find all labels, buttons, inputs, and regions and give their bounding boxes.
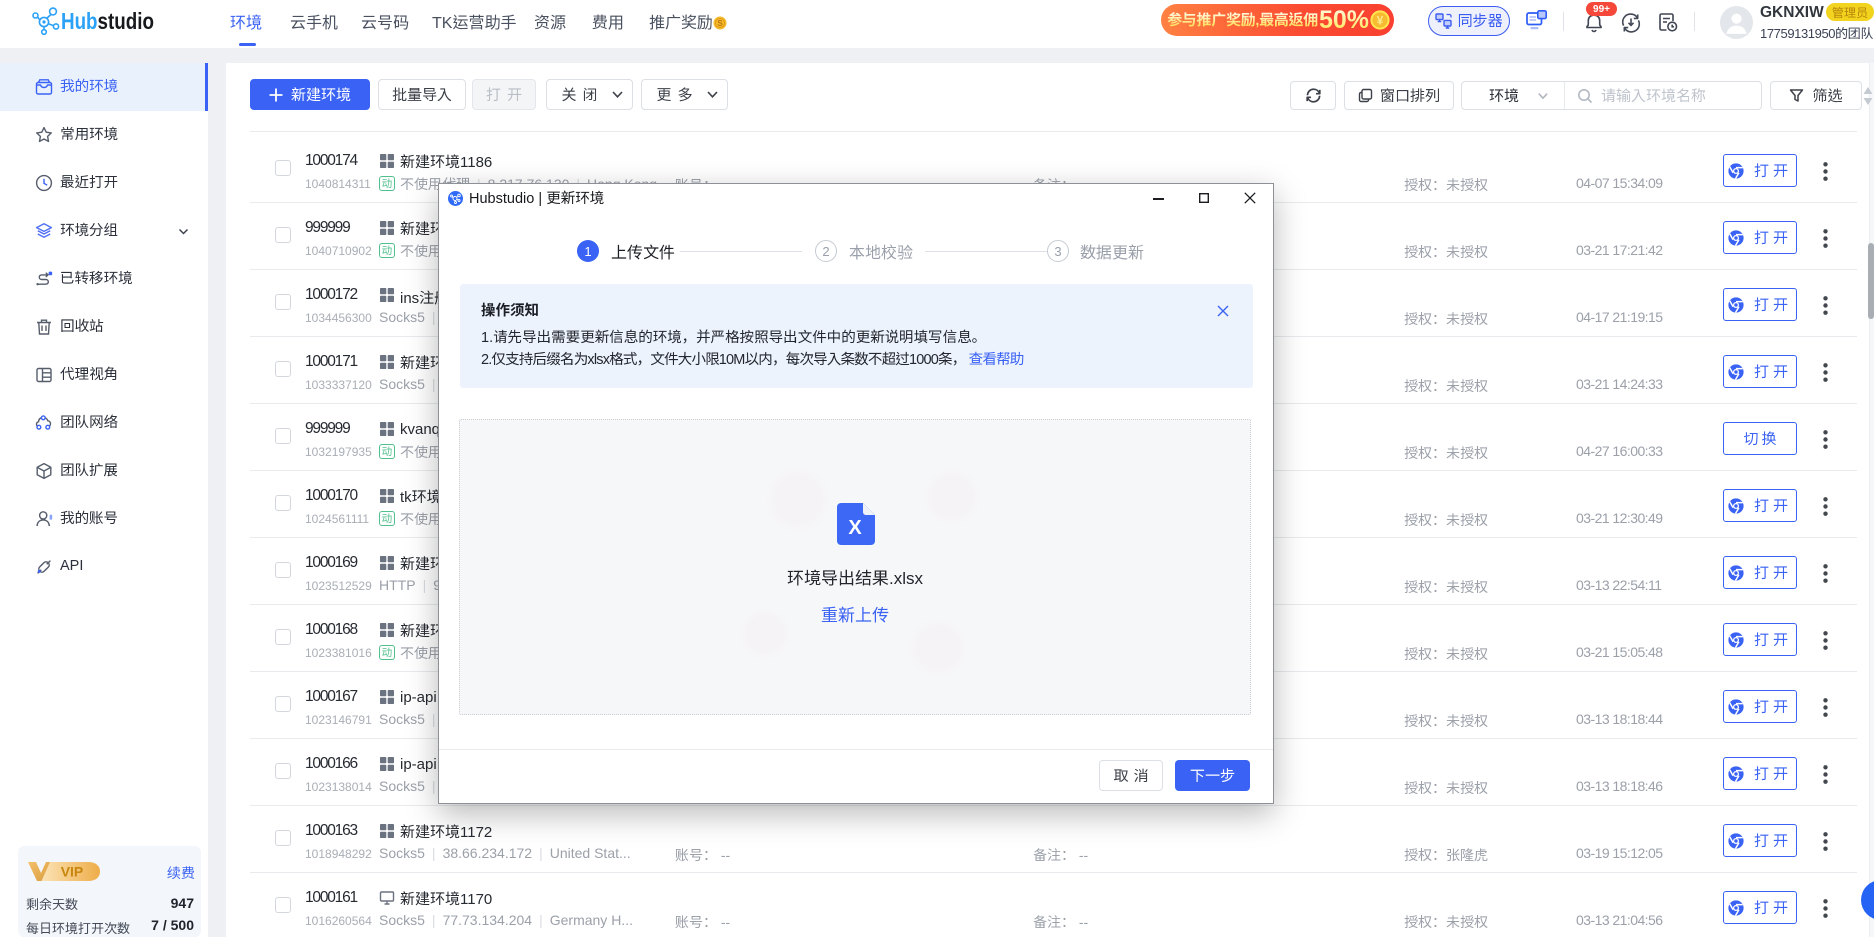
- svg-text:¥: ¥: [1377, 14, 1384, 28]
- svg-text:VIP: VIP: [61, 864, 84, 880]
- svg-text:X: X: [848, 517, 862, 539]
- svg-text:S: S: [717, 19, 723, 28]
